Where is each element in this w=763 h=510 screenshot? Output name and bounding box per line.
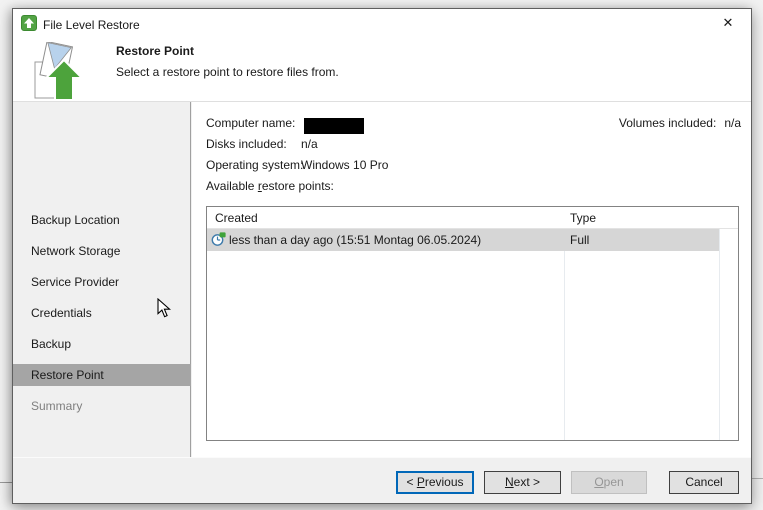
wizard-steps-sidebar: Backup Location Network Storage Service …: [13, 102, 191, 457]
sidebar-item-summary: Summary: [31, 399, 83, 413]
close-button[interactable]: ✕: [707, 9, 749, 37]
column-header-type[interactable]: Type: [570, 207, 596, 229]
disks-included-line: Disks included: n/a: [192, 135, 612, 153]
operating-system-value: Windows 10 Pro: [301, 158, 389, 172]
computer-name-redacted-value: [304, 118, 364, 134]
dialog-body: Backup Location Network Storage Service …: [13, 102, 751, 457]
volumes-included-value: n/a: [724, 116, 741, 130]
sidebar-item-backup-location[interactable]: Backup Location: [13, 209, 191, 231]
restore-point-created-cell: less than a day ago (15:51 Montag 06.05.…: [229, 233, 482, 247]
restore-point-row[interactable]: less than a day ago (15:51 Montag 06.05.…: [207, 229, 719, 251]
operating-system-line: Operating system: Windows 10 Pro: [192, 156, 612, 174]
operating-system-label: Operating system:: [206, 158, 304, 172]
open-button: Open: [571, 471, 647, 494]
file-level-restore-dialog: File Level Restore ✕ Restore Point Selec…: [12, 8, 752, 504]
veeam-app-icon: [21, 15, 37, 31]
sidebar-item-service-provider[interactable]: Service Provider: [13, 271, 191, 293]
dialog-header-band: File Level Restore ✕ Restore Point Selec…: [13, 9, 751, 102]
sidebar-item-restore-point[interactable]: Restore Point: [13, 364, 191, 386]
next-button[interactable]: Next >: [484, 471, 561, 494]
computer-name-label: Computer name:: [206, 116, 296, 130]
available-restore-points-label: Available restore points:: [206, 179, 334, 193]
restore-point-panel: Computer name: Volumes included: n/a Disk…: [192, 102, 751, 457]
restore-point-step-icon: [27, 40, 93, 105]
background-window-edge-right: [751, 478, 763, 479]
previous-button[interactable]: < Previous: [396, 471, 474, 494]
cancel-button[interactable]: Cancel: [669, 471, 739, 494]
mouse-cursor: [157, 297, 172, 322]
dialog-footer: < Previous Next > Open Cancel: [13, 457, 751, 503]
restore-points-table: Created Type less than a day ago (15:51 …: [206, 206, 739, 441]
sidebar-item-backup[interactable]: Backup: [13, 333, 191, 355]
close-icon: ✕: [722, 15, 734, 30]
volumes-included: Volumes included: n/a: [619, 114, 741, 132]
restore-point-clock-icon: [211, 232, 226, 247]
step-subtitle: Select a restore point to restore files …: [116, 65, 339, 79]
volumes-included-label: Volumes included:: [618, 116, 717, 130]
sidebar-item-network-storage[interactable]: Network Storage: [13, 240, 191, 262]
disks-included-value: n/a: [301, 137, 318, 151]
column-separator: [719, 207, 720, 440]
table-header: Created Type: [207, 207, 738, 229]
available-restore-points-line: Available restore points:: [192, 177, 612, 195]
computer-name-line: Computer name: Volumes included: n/a: [192, 114, 751, 134]
titlebar[interactable]: File Level Restore ✕: [13, 9, 751, 39]
disks-included-label: Disks included:: [206, 137, 287, 151]
column-header-created[interactable]: Created: [215, 207, 258, 229]
window-title: File Level Restore: [43, 18, 140, 32]
step-title: Restore Point: [116, 44, 195, 58]
restore-point-type-cell: Full: [570, 233, 590, 247]
